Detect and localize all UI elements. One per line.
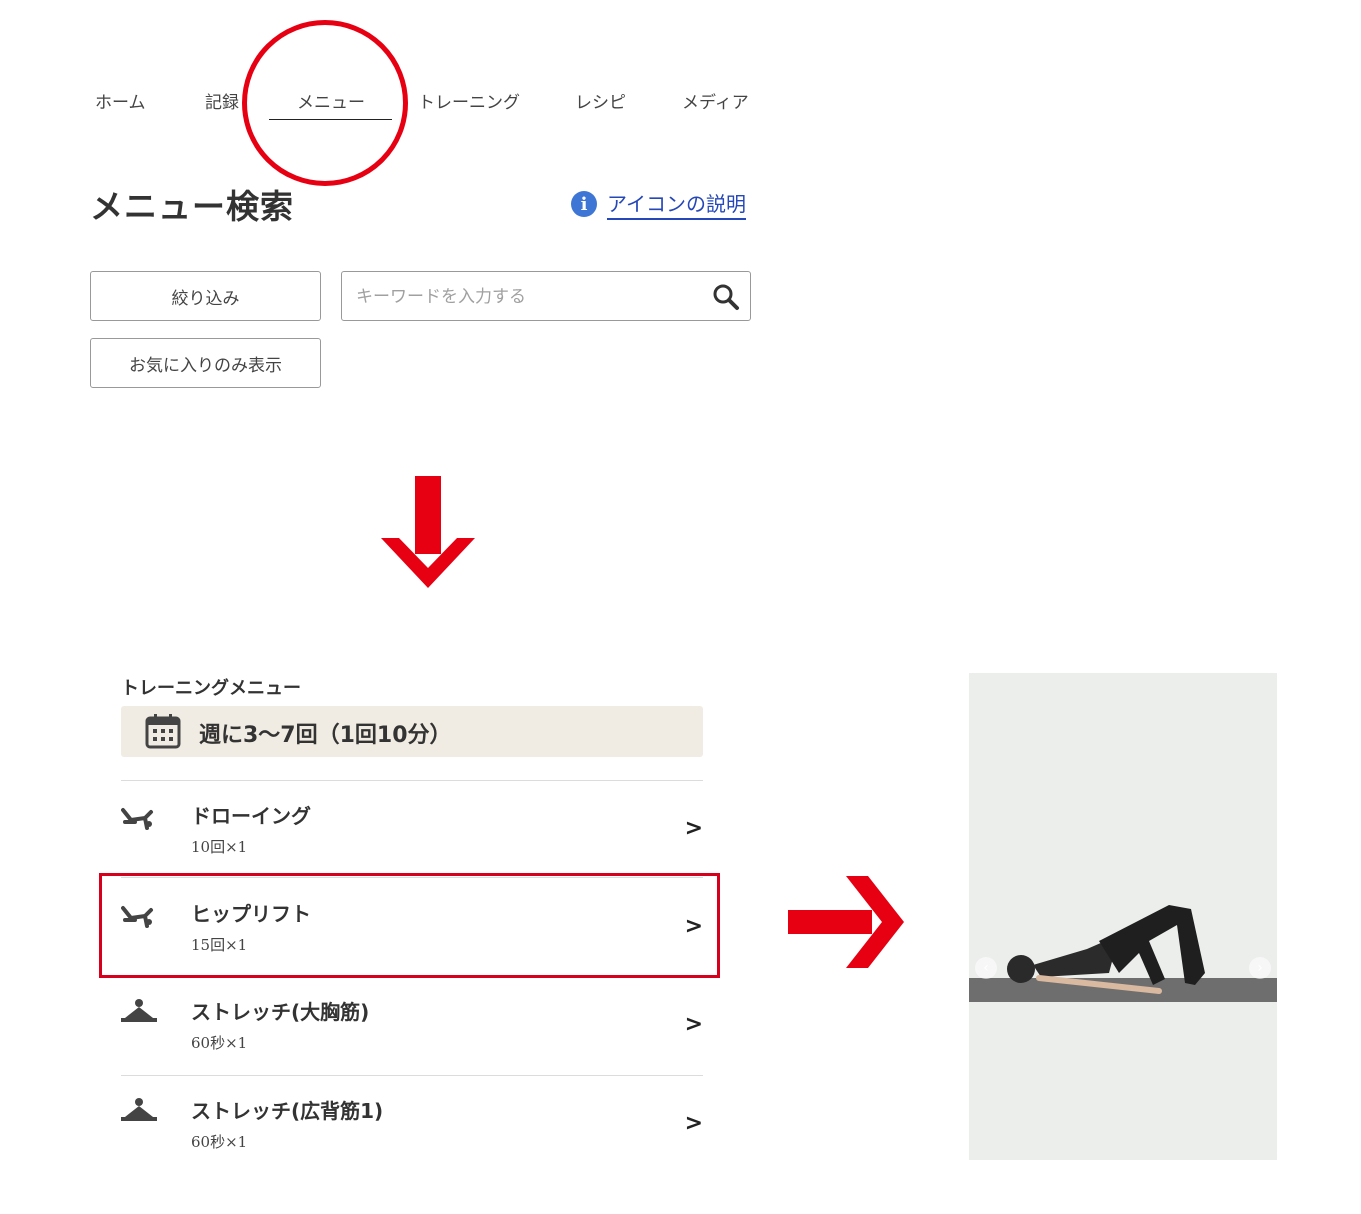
exercise-reps: 10回×1 bbox=[191, 838, 248, 856]
nav-home[interactable]: ホーム bbox=[95, 88, 146, 113]
annotation-highlight-box bbox=[99, 873, 720, 978]
exercise-reps: 60秒×1 bbox=[191, 1034, 248, 1052]
search-icon[interactable] bbox=[712, 283, 740, 311]
annotation-circle bbox=[242, 20, 408, 186]
chevron-right-icon: > bbox=[684, 1012, 703, 1037]
frequency-box: 週に3〜7回（1回10分） bbox=[121, 706, 703, 757]
right-arrow-icon bbox=[788, 876, 904, 968]
nav-media[interactable]: メディア bbox=[682, 88, 749, 113]
exercise-photo: ‹ › bbox=[969, 673, 1277, 1160]
nav-recipe[interactable]: レシピ bbox=[575, 88, 626, 113]
exercise-row-stretch-lats[interactable]: ストレッチ(広背筋1) 60秒×1 > bbox=[121, 1075, 703, 1172]
calendar-icon bbox=[145, 714, 181, 749]
floor-exercise-icon bbox=[121, 808, 153, 830]
down-arrow-icon bbox=[381, 476, 475, 588]
nav-training[interactable]: トレーニング bbox=[418, 88, 520, 113]
search-input[interactable] bbox=[354, 284, 698, 310]
exercise-name: ストレッチ(大胸筋) bbox=[191, 1000, 370, 1024]
chevron-right-icon: > bbox=[684, 1111, 703, 1136]
carousel-prev-button[interactable]: ‹ bbox=[975, 957, 997, 979]
exercise-name: ストレッチ(広背筋1) bbox=[191, 1099, 384, 1123]
exercise-row-drawing[interactable]: ドローイング 10回×1 > bbox=[121, 780, 703, 877]
hip-lift-illustration bbox=[969, 673, 1277, 1160]
exercise-row-stretch-chest[interactable]: ストレッチ(大胸筋) 60秒×1 > bbox=[121, 976, 703, 1073]
info-icon: i bbox=[571, 191, 597, 217]
stretch-icon bbox=[121, 1098, 157, 1121]
filter-button[interactable]: 絞り込み bbox=[90, 271, 321, 321]
exercise-reps: 60秒×1 bbox=[191, 1133, 248, 1151]
nav-records[interactable]: 記録 bbox=[205, 88, 239, 113]
page-title: メニュー検索 bbox=[90, 187, 294, 226]
stretch-icon bbox=[121, 999, 157, 1022]
carousel-next-button[interactable]: › bbox=[1249, 957, 1271, 979]
chevron-right-icon: > bbox=[684, 816, 703, 841]
icon-help-label: アイコンの説明 bbox=[607, 188, 746, 220]
exercise-name: ドローイング bbox=[191, 804, 311, 828]
icon-help-link[interactable]: i アイコンの説明 bbox=[571, 188, 746, 220]
search-box bbox=[341, 271, 751, 321]
frequency-text: 週に3〜7回（1回10分） bbox=[199, 723, 452, 748]
favorites-only-button[interactable]: お気に入りのみ表示 bbox=[90, 338, 321, 388]
section-title: トレーニングメニュー bbox=[121, 678, 301, 699]
